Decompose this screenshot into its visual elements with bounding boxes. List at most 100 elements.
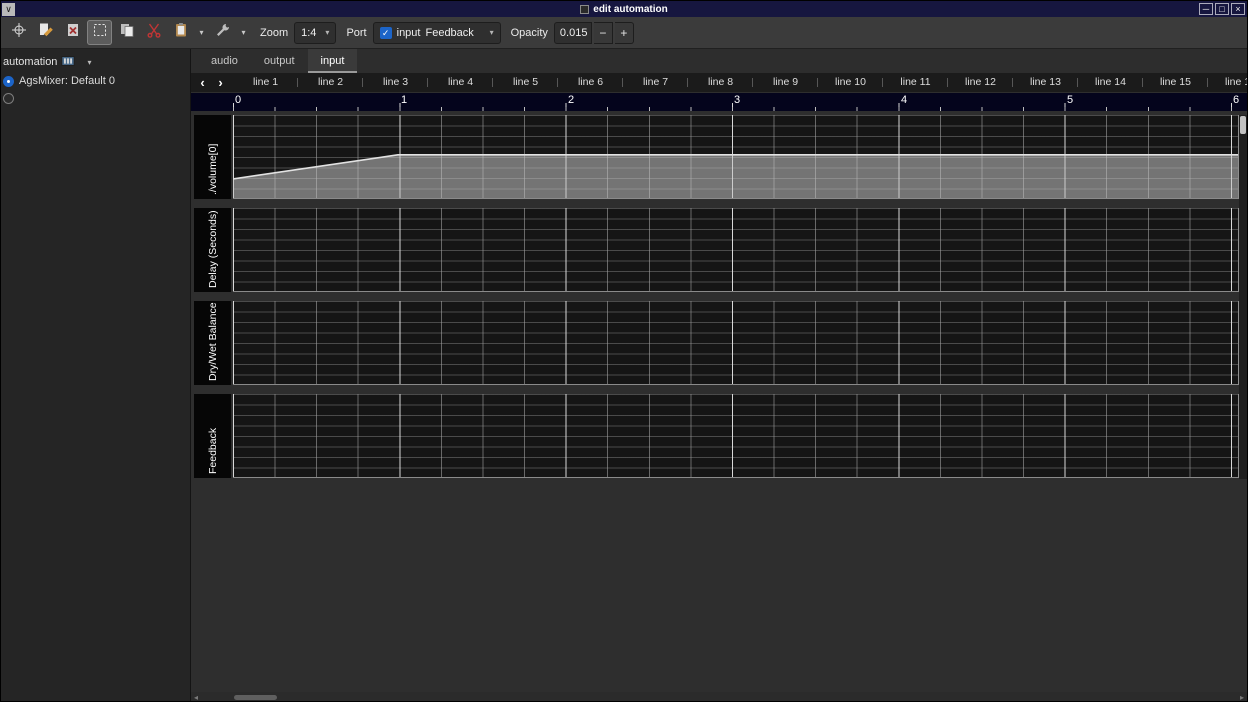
edit-tool-button[interactable] (33, 20, 58, 45)
channel-type-tabs: audio output input (191, 49, 1247, 73)
line-cells: line 1 line 2 line 3 line 4 line 5 line … (233, 73, 1247, 92)
tool-menu-button[interactable] (210, 20, 235, 45)
delay-automation-grid[interactable] (233, 208, 1239, 292)
tab-audio[interactable]: audio (198, 49, 251, 73)
line-label: line 1 (233, 73, 298, 92)
opacity-increment-button[interactable]: + (615, 22, 634, 44)
copy-tool-button[interactable] (114, 20, 139, 45)
chevron-down-icon: ∨ (5, 5, 12, 14)
chevron-down-icon: ▾ (241, 28, 245, 37)
opacity-value: 0.015 (560, 27, 588, 39)
port-value: Feedback (425, 27, 473, 39)
line-label: line 9 (753, 73, 818, 92)
zoom-label: Zoom (260, 27, 288, 39)
chevron-down-icon: ▾ (325, 28, 329, 37)
scrollbar-left-arrow-icon[interactable]: ◂ (191, 693, 201, 702)
line-label: line 4 (428, 73, 493, 92)
position-icon (11, 22, 27, 43)
paste-tool-button[interactable] (168, 20, 193, 45)
radio-selected-icon[interactable] (3, 76, 14, 87)
select-tool-button[interactable] (87, 20, 112, 45)
machine-sidebar: automation ▾ AgsMixer: Default 0 (1, 49, 191, 702)
opacity-label: Opacity (511, 27, 548, 39)
dry-wet-automation-grid[interactable] (233, 301, 1239, 385)
line-label: line 5 (493, 73, 558, 92)
radio-unselected-icon[interactable] (3, 93, 14, 104)
line-label: line 3 (363, 73, 428, 92)
zoom-combo[interactable]: 1:4 ▾ (294, 22, 336, 44)
paste-dropdown-button[interactable]: ▾ (195, 20, 208, 45)
window-menu-button[interactable]: ∨ (2, 3, 15, 16)
automation-lane: Dry/Wet Balance (191, 301, 1247, 385)
scroll-right-button[interactable]: › (213, 76, 228, 89)
line-label: line 12 (948, 73, 1013, 92)
select-icon (92, 22, 108, 43)
copy-icon (119, 22, 135, 43)
maximize-button[interactable]: □ (1215, 3, 1229, 15)
app-icon (580, 5, 589, 14)
tab-input[interactable]: input (308, 49, 358, 73)
lane-label-delay: Delay (Seconds) (194, 208, 231, 292)
machine-icon (61, 54, 75, 71)
wrench-icon (215, 22, 231, 43)
scissors-icon (146, 22, 162, 43)
feedback-automation-grid[interactable] (233, 394, 1239, 478)
opacity-input[interactable]: 0.015 (554, 22, 592, 44)
chevron-down-icon: ▾ (490, 28, 494, 37)
line-label: line 7 (623, 73, 688, 92)
clipboard-icon (173, 22, 189, 43)
minimize-button[interactable]: ─ (1199, 3, 1213, 15)
line-label: line 6 (558, 73, 623, 92)
automation-editor: audio output input ‹ › line 1 line 2 lin… (191, 49, 1247, 702)
horizontal-scrollbar-handle[interactable] (234, 695, 277, 700)
volume-automation-curve[interactable] (233, 115, 1238, 198)
line-label: line 11 (883, 73, 948, 92)
tab-output[interactable]: output (251, 49, 308, 73)
titlebar: ∨ edit automation ─ □ × (1, 1, 1247, 17)
tool-menu-dropdown-button[interactable]: ▾ (237, 20, 250, 45)
line-label: line 8 (688, 73, 753, 92)
volume-curve-fill (233, 155, 1238, 198)
position-tool-button[interactable] (6, 20, 31, 45)
automation-lane: Feedback (191, 394, 1247, 478)
cut-tool-button[interactable] (141, 20, 166, 45)
port-checkbox[interactable]: ✓ (380, 27, 392, 39)
edit-automation-window: ∨ edit automation ─ □ × (0, 0, 1248, 702)
scroll-left-button[interactable]: ‹ (195, 76, 210, 89)
line-label: line 2 (298, 73, 363, 92)
line-label: line 15 (1143, 73, 1208, 92)
pencil-icon (38, 22, 54, 43)
lane-area: ./volume[0] Delay (Seconds) (191, 111, 1247, 478)
lane-label-volume: ./volume[0] (194, 115, 231, 199)
clear-icon (65, 22, 81, 43)
port-combo[interactable]: ✓ input Feedback ▾ (373, 22, 501, 44)
chevron-down-icon: ▾ (199, 28, 203, 37)
sidebar-dropdown-button[interactable]: ▾ (87, 58, 91, 67)
line-label: line 16 (1208, 73, 1247, 92)
machine-radio-row[interactable]: AgsMixer: Default 0 (3, 74, 188, 88)
horizontal-scrollbar[interactable]: ◂ ▸ (191, 692, 1247, 702)
port-check-label: input (397, 27, 421, 39)
line-label: line 10 (818, 73, 883, 92)
close-button[interactable]: × (1231, 3, 1245, 15)
vertical-scrollbar-handle[interactable] (1240, 116, 1246, 134)
clear-tool-button[interactable] (60, 20, 85, 45)
opacity-decrement-button[interactable]: − (594, 22, 613, 44)
line-label: line 13 (1013, 73, 1078, 92)
lane-label-feedback: Feedback (194, 394, 231, 478)
sidebar-title: automation (3, 56, 57, 68)
machine-label: AgsMixer: Default 0 (19, 75, 115, 87)
machine-radio-row[interactable] (3, 91, 188, 105)
window-title: edit automation (593, 4, 667, 15)
automation-lane: Delay (Seconds) (191, 208, 1247, 292)
scrollbar-right-arrow-icon[interactable]: ▸ (1237, 693, 1247, 702)
horizontal-scrollbar-track[interactable] (203, 692, 1235, 702)
toolbar: ▾ ▾ Zoom 1:4 ▾ Port ✓ input Feedback ▾ O… (1, 17, 1247, 49)
lane-label-dry-wet: Dry/Wet Balance (194, 301, 231, 385)
line-label: line 14 (1078, 73, 1143, 92)
vertical-scrollbar[interactable] (1239, 115, 1247, 479)
automation-lane: ./volume[0] (191, 115, 1247, 199)
volume-automation-grid[interactable] (233, 115, 1239, 199)
ruler-minor-ticks (233, 107, 1239, 111)
zoom-value: 1:4 (301, 27, 316, 39)
